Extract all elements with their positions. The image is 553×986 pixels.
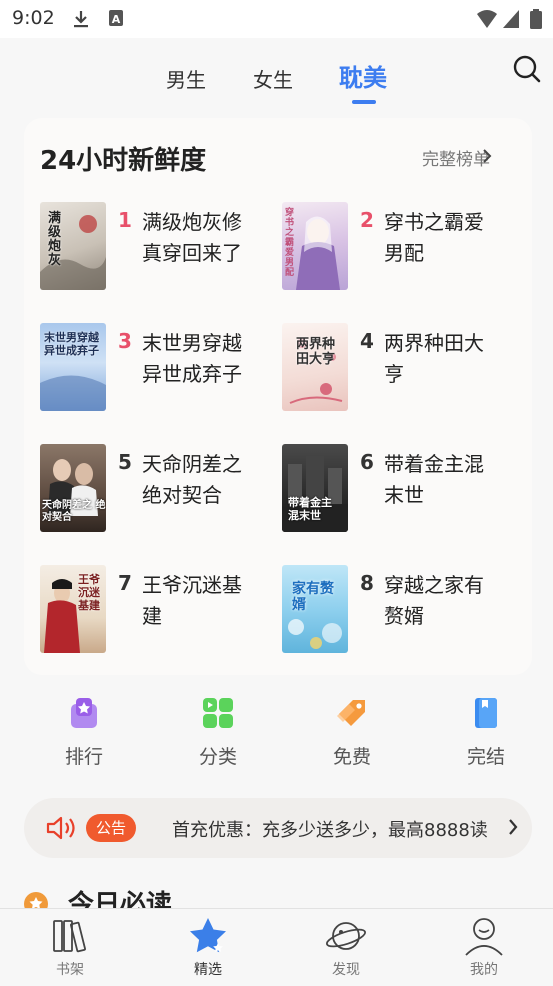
category-icon [201, 696, 235, 730]
book-cover[interactable]: 家有赘婿 [282, 565, 348, 653]
free-tag-icon [335, 696, 369, 730]
quick-link-label: 分类 [198, 746, 237, 768]
ranking-icon [67, 696, 101, 730]
tab-boys[interactable]: 男生 [166, 64, 206, 93]
chevron-right-icon[interactable] [482, 148, 492, 168]
a-badge-icon: A [108, 9, 124, 31]
book-title: 穿越之家有赘婿 [384, 573, 484, 628]
featured-page: 24小时新鲜度 完整榜单 满级炮灰 1 满级炮灰修真穿回来了 穿书之霸爱男配 2… [0, 108, 553, 920]
speaker-icon [46, 816, 78, 844]
ranking-card: 24小时新鲜度 完整榜单 满级炮灰 1 满级炮灰修真穿回来了 穿书之霸爱男配 2… [24, 118, 532, 675]
book-cover[interactable]: 两界种田大亨 [282, 323, 348, 411]
bottom-nav-discover[interactable]: 发现 [306, 915, 386, 979]
battery-icon [530, 9, 542, 33]
svg-text:A: A [112, 13, 121, 26]
cover-title: 家有赘婿 [292, 581, 334, 613]
book-rank: 2 [360, 208, 374, 232]
book-rank: 1 [118, 208, 132, 232]
book-title: 穿书之霸爱男配 [384, 210, 484, 265]
book-rank: 6 [360, 450, 374, 474]
book-cover[interactable]: 末世男穿越 异世成弃子 [40, 323, 106, 411]
quick-link-category[interactable]: 分类 [178, 696, 258, 769]
cover-title: 满级炮灰 [48, 211, 62, 268]
chevron-right-icon[interactable] [508, 818, 518, 840]
bottom-nav-label: 书架 [56, 962, 84, 978]
status-bar: 9:02 A [0, 0, 553, 38]
book-title: 王爷沉迷基建 [142, 573, 242, 628]
top-nav: 男生 女生 耽美 [0, 38, 553, 108]
book-item-2[interactable]: 穿书之霸爱男配 2 穿书之霸爱男配 [282, 202, 522, 294]
cover-title: 王爷沉迷基建 [78, 573, 100, 612]
book-rank: 3 [118, 329, 132, 353]
bottom-nav-bookshelf[interactable]: 书架 [30, 915, 110, 979]
book-item-3[interactable]: 末世男穿越 异世成弃子 3 末世男穿越异世成弃子 [40, 323, 280, 415]
quick-link-finished[interactable]: 完结 [446, 696, 526, 769]
search-icon[interactable] [513, 55, 541, 87]
book-cover[interactable]: 穿书之霸爱男配 [282, 202, 348, 290]
bottom-nav-profile[interactable]: 我的 [444, 915, 524, 979]
quick-link-label: 免费 [332, 746, 371, 768]
notice-text: 首充优惠：充多少送多少，最高8888读 [172, 820, 488, 841]
notice-bar[interactable]: 公告 首充优惠：充多少送多少，最高8888读 [24, 798, 532, 858]
status-time: 9:02 [12, 7, 55, 29]
download-icon [72, 9, 90, 33]
book-item-4[interactable]: 两界种田大亨 4 两界种田大亨 [282, 323, 522, 415]
finished-book-icon [469, 696, 503, 730]
bottom-nav: 书架 精选 发现 我的 [0, 908, 553, 986]
tab-danmei[interactable]: 耽美 [339, 58, 387, 93]
star-icon [168, 915, 248, 957]
planet-icon [306, 915, 386, 957]
wifi-icon [476, 9, 498, 33]
book-cover[interactable]: 王爷沉迷基建 [40, 565, 106, 653]
book-cover[interactable]: 天命阴差之 绝对契合 [40, 444, 106, 532]
bottom-nav-label: 发现 [332, 962, 360, 978]
book-item-5[interactable]: 天命阴差之 绝对契合 5 天命阴差之绝对契合 [40, 444, 280, 536]
notice-badge: 公告 [86, 814, 137, 842]
book-title: 满级炮灰修真穿回来了 [142, 210, 242, 265]
ranking-title: 24小时新鲜度 [40, 146, 207, 176]
book-rank: 5 [118, 450, 132, 474]
quick-link-ranking[interactable]: 排行 [44, 696, 124, 769]
active-tab-indicator [352, 100, 376, 104]
tab-girls[interactable]: 女生 [253, 64, 293, 93]
cover-title: 末世男穿越 异世成弃子 [44, 331, 99, 357]
quick-link-free[interactable]: 免费 [312, 696, 392, 769]
cover-title: 带着金主 混末世 [288, 496, 332, 522]
bookshelf-icon [30, 915, 110, 957]
cover-title: 两界种田大亨 [296, 337, 336, 367]
book-cover[interactable]: 带着金主 混末世 [282, 444, 348, 532]
cell-signal-icon [502, 9, 520, 33]
book-rank: 4 [360, 329, 374, 353]
book-title: 带着金主混末世 [384, 452, 484, 507]
quick-link-label: 排行 [64, 746, 103, 768]
full-ranking-link[interactable]: 完整榜单 [422, 145, 490, 170]
bottom-nav-featured[interactable]: 精选 [168, 915, 248, 979]
book-title: 末世男穿越异世成弃子 [142, 331, 242, 386]
cover-title: 穿书之霸爱男配 [285, 208, 295, 278]
book-item-8[interactable]: 家有赘婿 8 穿越之家有赘婿 [282, 565, 522, 657]
book-title: 两界种田大亨 [384, 331, 484, 386]
book-cover[interactable]: 满级炮灰 [40, 202, 106, 290]
book-item-1[interactable]: 满级炮灰 1 满级炮灰修真穿回来了 [40, 202, 280, 294]
profile-icon [444, 915, 524, 957]
quick-link-label: 完结 [466, 746, 505, 768]
book-rank: 8 [360, 571, 374, 595]
book-title: 天命阴差之绝对契合 [142, 452, 242, 507]
bottom-nav-label: 精选 [194, 962, 222, 978]
book-item-7[interactable]: 王爷沉迷基建 7 王爷沉迷基建 [40, 565, 280, 657]
bottom-nav-label: 我的 [470, 962, 498, 978]
cover-title: 天命阴差之 绝对契合 [42, 500, 106, 523]
book-item-6[interactable]: 带着金主 混末世 6 带着金主混末世 [282, 444, 522, 536]
book-rank: 7 [118, 571, 132, 595]
